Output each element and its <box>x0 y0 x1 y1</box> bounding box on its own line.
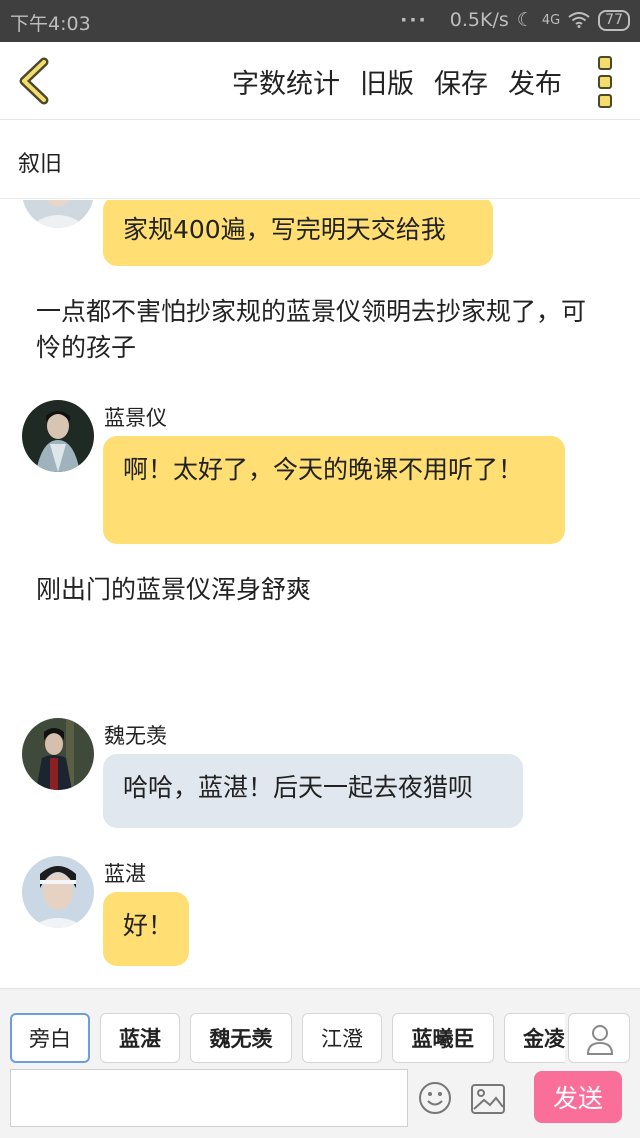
add-character-button[interactable] <box>568 1013 630 1063</box>
send-button[interactable]: 发送 <box>534 1071 622 1123</box>
composer-panel: 旁白 蓝湛 魏无羡 江澄 蓝曦臣 金凌 发送 <box>0 988 640 1138</box>
character-chip-weiwuxian[interactable]: 魏无羡 <box>190 1013 292 1063</box>
top-toolbar: 字数统计 旧版 保存 发布 <box>0 42 640 120</box>
avatar <box>22 718 94 790</box>
narration-text[interactable]: 刚出门的蓝景仪浑身舒爽 <box>36 572 596 608</box>
chapter-title-row[interactable]: 叙旧 <box>0 121 640 199</box>
avatar <box>22 856 94 928</box>
status-icons: ··· 0.5K/s ☾ 4G 77 <box>400 9 630 31</box>
status-bar: 下午4:03 ··· 0.5K/s ☾ 4G 77 <box>0 0 640 42</box>
network-speed: 0.5K/s <box>449 9 509 31</box>
message-bubble[interactable]: 啊！太好了，今天的晚课不用听了！ <box>103 436 565 544</box>
narration-text[interactable]: 一点都不害怕抄家规的蓝景仪领明去抄家规了，可怜的孩子 <box>36 294 596 366</box>
signal-label: 4G <box>541 12 561 28</box>
message-bubble[interactable]: 家规400遍，写完明天交给我 <box>103 200 493 266</box>
chat-scroll-area[interactable]: 家规400遍，写完明天交给我 一点都不害怕抄家规的蓝景仪领明去抄家规了，可怜的孩… <box>0 200 640 988</box>
speaker-name: 魏无羡 <box>104 724 167 748</box>
avatar <box>22 200 94 228</box>
character-chip-narrator[interactable]: 旁白 <box>10 1013 90 1063</box>
user-icon <box>586 1025 614 1055</box>
publish-button[interactable]: 发布 <box>508 62 562 101</box>
message-bubble[interactable]: 好！ <box>103 892 189 966</box>
message-text: 好！ <box>123 911 174 940</box>
speaker-name: 蓝湛 <box>104 862 146 886</box>
emoji-icon[interactable] <box>418 1081 452 1115</box>
message-text: 哈哈，蓝湛！后天一起去夜猎呗 <box>123 773 474 802</box>
message-text: 家规400遍，写完明天交给我 <box>123 215 446 244</box>
status-time: 下午4:03 <box>10 13 91 35</box>
image-icon[interactable] <box>470 1083 506 1115</box>
avatar <box>22 400 94 472</box>
wifi-icon <box>568 12 590 28</box>
character-chip-jinling[interactable]: 金凌 <box>504 1013 565 1063</box>
more-menu-icon[interactable] <box>598 56 616 108</box>
old-version-button[interactable]: 旧版 <box>360 62 414 101</box>
toolbar-actions: 字数统计 旧版 保存 发布 <box>232 62 562 101</box>
speaker-name: 蓝景仪 <box>104 406 167 430</box>
more-notifications-icon: ··· <box>400 9 428 31</box>
battery-icon: 77 <box>598 9 630 31</box>
message-bubble[interactable]: 哈哈，蓝湛！后天一起去夜猎呗 <box>103 754 523 828</box>
character-chip-jiangcheng[interactable]: 江澄 <box>302 1013 382 1063</box>
back-chevron-icon[interactable] <box>14 56 54 106</box>
character-selector: 旁白 蓝湛 魏无羡 江澄 蓝曦臣 金凌 <box>10 1013 565 1063</box>
chapter-title: 叙旧 <box>18 152 63 177</box>
message-text: 啊！太好了，今天的晚课不用听了！ <box>123 455 524 484</box>
save-button[interactable]: 保存 <box>434 62 488 101</box>
message-input[interactable] <box>10 1069 408 1127</box>
character-chip-lanxichen[interactable]: 蓝曦臣 <box>392 1013 494 1063</box>
moon-icon: ☾ <box>516 9 534 31</box>
character-chip-lanzhan[interactable]: 蓝湛 <box>100 1013 180 1063</box>
word-count-button[interactable]: 字数统计 <box>232 62 340 101</box>
